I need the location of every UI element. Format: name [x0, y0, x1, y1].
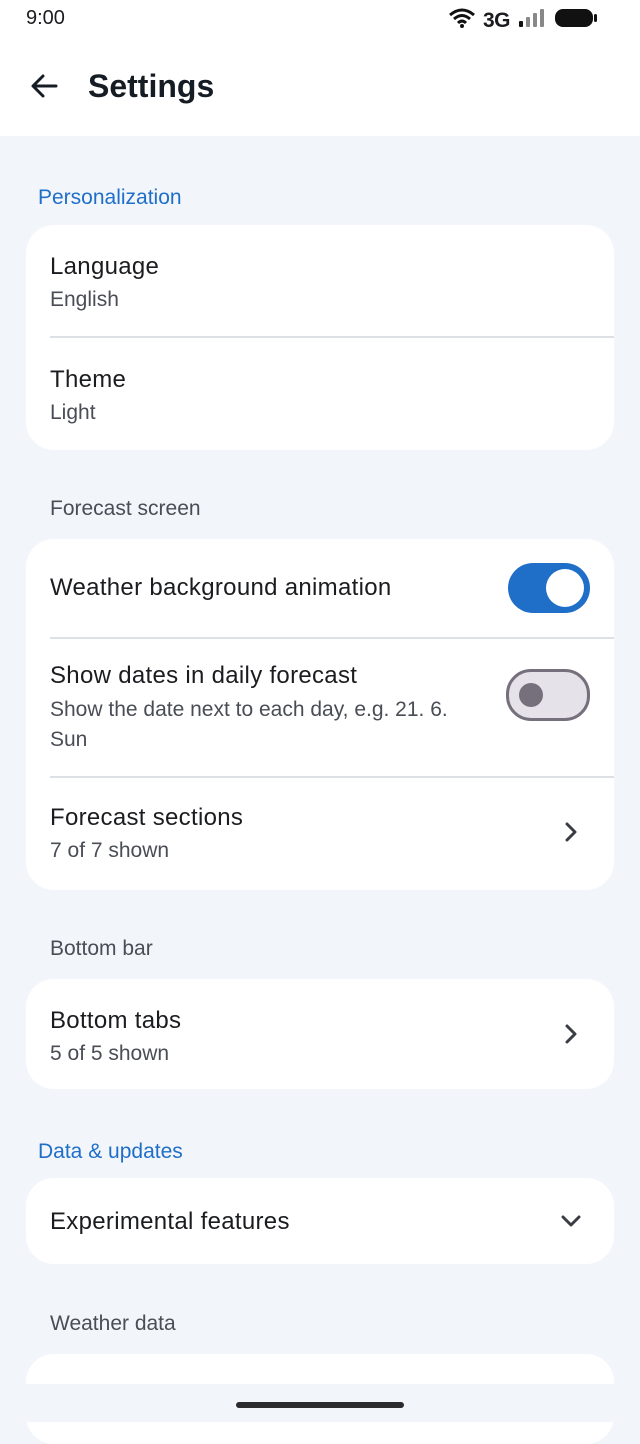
- forecast-sections-setting[interactable]: Forecast sections 7 of 7 shown: [26, 776, 614, 888]
- show-dates-setting[interactable]: Show dates in daily forecast Show the da…: [26, 637, 614, 776]
- signal-icon: [518, 8, 546, 33]
- forecast-card: Weather background animation Show dates …: [26, 539, 614, 890]
- theme-setting[interactable]: Theme Light: [26, 337, 614, 450]
- theme-title: Theme: [50, 366, 127, 393]
- arrow-left-icon: [30, 72, 58, 105]
- forecast-sections-title: Forecast sections: [50, 804, 244, 831]
- section-header-data-updates: Data & updates: [38, 1140, 183, 1163]
- bottom-tabs-setting[interactable]: Bottom tabs 5 of 5 shown: [26, 979, 614, 1089]
- status-time: 9:00: [26, 7, 65, 29]
- back-button[interactable]: [20, 66, 68, 110]
- toggle-knob: [519, 683, 543, 707]
- section-header-bottom-bar: Bottom bar: [50, 937, 153, 960]
- network-type: 3G: [482, 8, 511, 32]
- status-icons: 3G: [449, 7, 598, 34]
- theme-value: Light: [50, 401, 96, 424]
- chevron-right-icon: [560, 821, 582, 843]
- show-dates-description: Show the date next to each day, e.g. 21.…: [50, 698, 448, 721]
- wifi-icon: [449, 8, 475, 33]
- background-animation-setting[interactable]: Weather background animation: [26, 539, 614, 637]
- bottom-bar-card: Bottom tabs 5 of 5 shown: [26, 979, 614, 1089]
- experimental-features-title: Experimental features: [50, 1208, 290, 1235]
- section-header-personalization: Personalization: [38, 186, 182, 209]
- personalization-card: Language English Theme Light: [26, 225, 614, 450]
- chevron-right-icon: [560, 1023, 582, 1045]
- show-dates-title: Show dates in daily forecast: [50, 662, 358, 689]
- show-dates-description-cont: Sun: [50, 728, 88, 751]
- language-title: Language: [50, 253, 160, 280]
- show-dates-toggle[interactable]: [506, 669, 590, 721]
- bottom-tabs-value: 5 of 5 shown: [50, 1042, 170, 1065]
- language-value: English: [50, 288, 119, 311]
- page-title: Settings: [88, 68, 215, 104]
- status-bar: 9:00 3G: [0, 0, 640, 40]
- data-updates-card: Experimental features: [26, 1178, 614, 1264]
- battery-icon: [554, 7, 598, 34]
- experimental-features-setting[interactable]: Experimental features: [26, 1178, 614, 1264]
- bottom-tabs-title: Bottom tabs: [50, 1007, 182, 1034]
- background-animation-toggle[interactable]: [508, 563, 590, 613]
- app-bar: Settings: [0, 40, 640, 136]
- forecast-sections-value: 7 of 7 shown: [50, 839, 170, 862]
- gesture-handle[interactable]: [236, 1402, 404, 1408]
- language-setting[interactable]: Language English: [26, 225, 614, 337]
- background-animation-title: Weather background animation: [50, 574, 392, 601]
- toggle-knob: [546, 569, 584, 607]
- chevron-down-icon[interactable]: [560, 1210, 582, 1232]
- section-header-weather-data: Weather data: [50, 1312, 176, 1335]
- section-header-forecast-screen: Forecast screen: [50, 497, 201, 520]
